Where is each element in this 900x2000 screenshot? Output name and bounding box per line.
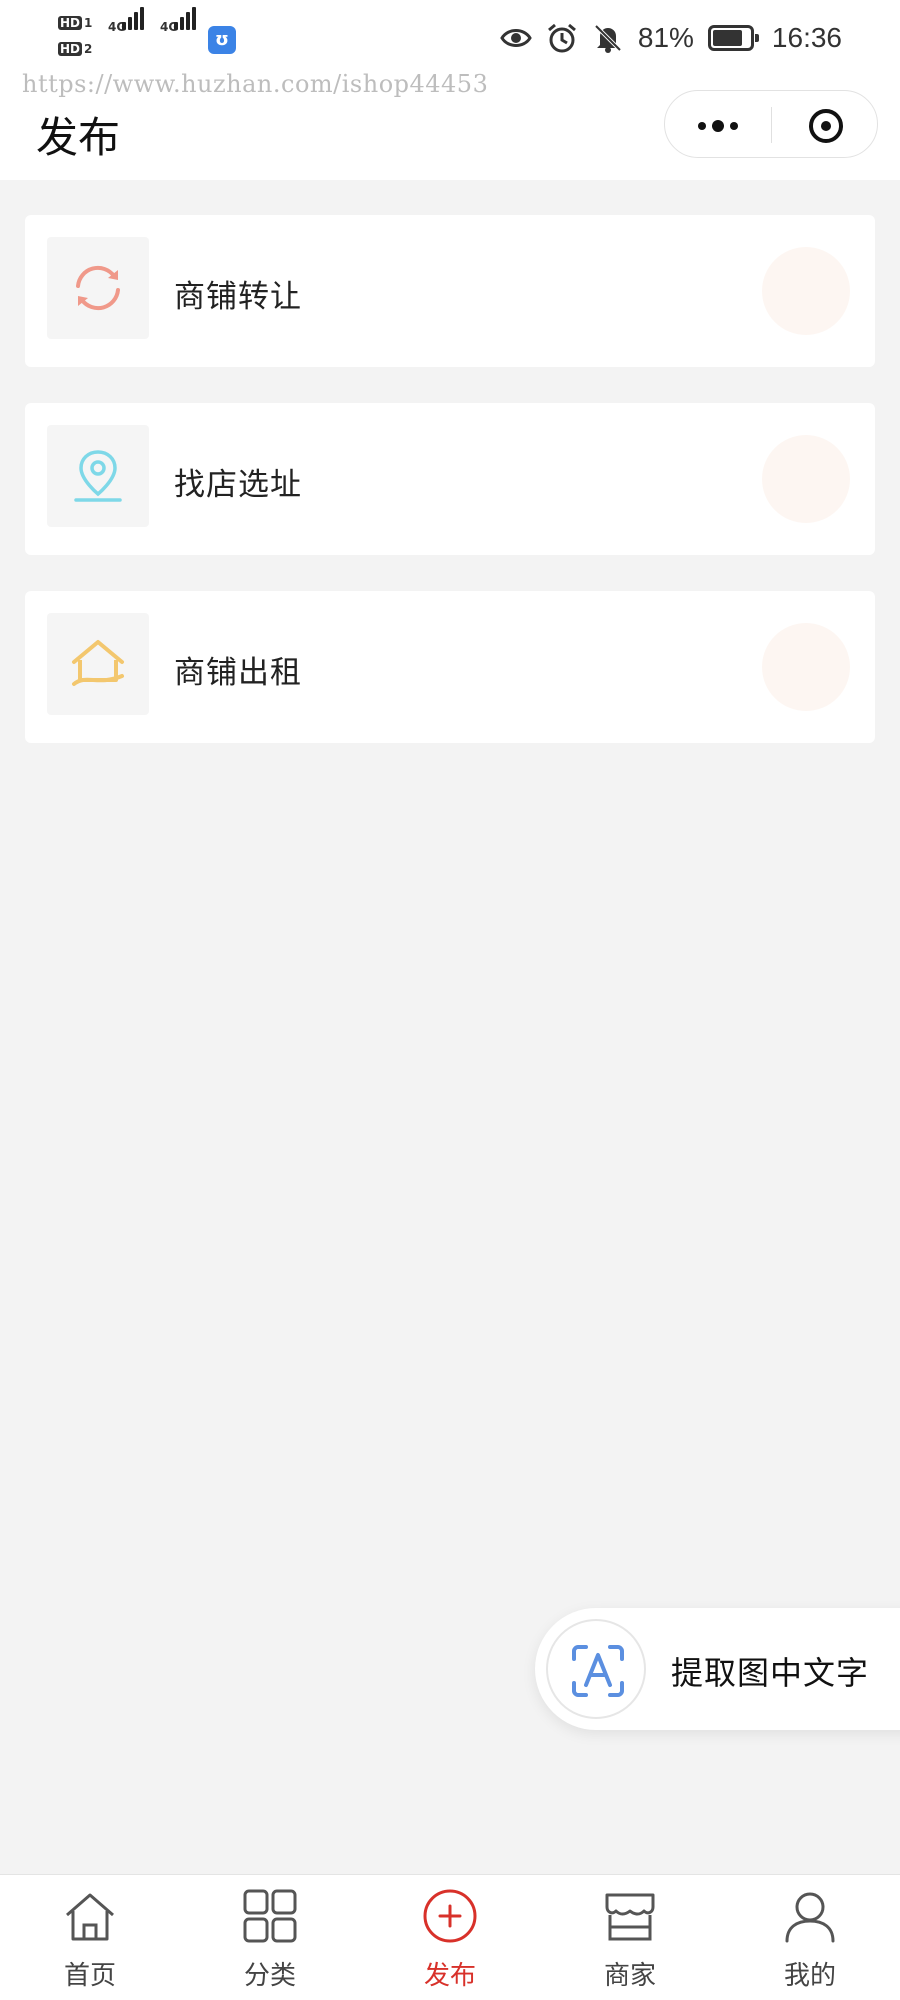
close-mini-program-button[interactable] [772,91,878,159]
battery-icon [707,25,759,51]
alarm-icon [546,22,578,54]
mute-icon [592,22,624,54]
decorative-badge-icon [762,623,850,711]
sim2-badge: HD 2 [58,42,93,56]
house-icon [72,640,124,686]
watermark: https://www.huzhan.com/ishop44453 [22,70,489,98]
extract-text-button[interactable]: 提取图中文字 [535,1608,900,1730]
target-icon [809,109,843,143]
battery-fill [712,30,742,46]
card-label: 商铺转让 [174,279,302,315]
decorative-badge-icon [762,435,850,523]
more-icon [698,122,706,130]
home-icon [66,1893,114,1941]
battery-percent: 81% [637,22,694,53]
sim-badges: HD 1 HD 2 [58,14,98,66]
tab-profile[interactable]: 我的 [720,1875,900,2000]
tab-category[interactable]: 分类 [180,1875,360,2000]
tab-label: 发布 [423,1961,476,1991]
tab-label: 首页 [63,1961,116,1991]
sim1-badge: HD 1 [58,16,93,30]
card-icon-box [47,613,149,715]
plus-circle-icon [423,1889,477,1943]
tab-merchant[interactable]: 商家 [540,1875,720,2000]
store-icon [605,1893,655,1941]
publish-options-list: 商铺转让 找店选址 商铺出租 [25,215,875,779]
tab-label: 商家 [603,1961,656,1991]
mini-program-capsule [664,90,878,158]
text-scan-icon [572,1645,624,1697]
app-notification-icon: ʊ [208,26,236,54]
status-right: 81% 16:36 [500,18,842,58]
tab-label: 分类 [243,1961,296,1991]
user-icon [785,1892,835,1943]
clock: 16:36 [771,22,842,53]
card-store-location[interactable]: 找店选址 [25,403,875,555]
refresh-icon [76,265,120,311]
location-pin-icon [74,450,122,502]
tab-publish[interactable]: 发布 [360,1875,540,2000]
card-icon-box [47,237,149,339]
grid-icon [243,1889,297,1943]
card-label: 找店选址 [174,467,302,503]
pill-icon-circle [546,1619,646,1719]
tab-label: 我的 [783,1961,836,1991]
card-shop-transfer[interactable]: 商铺转让 [25,215,875,367]
card-shop-rent[interactable]: 商铺出租 [25,591,875,743]
extract-text-label: 提取图中文字 [671,1654,870,1692]
card-icon-box [47,425,149,527]
status-bar: HD 1 HD 2 4G 4G ʊ 81% 16:36 [0,0,900,78]
bottom-tab-bar: 首页 分类 发布 商家 我的 [0,1874,900,2000]
card-label: 商铺出租 [174,655,302,691]
decorative-badge-icon [762,247,850,335]
eye-icon [500,22,532,54]
page-title: 发布 [36,113,121,162]
tab-home[interactable]: 首页 [0,1875,180,2000]
more-button[interactable] [665,91,771,159]
